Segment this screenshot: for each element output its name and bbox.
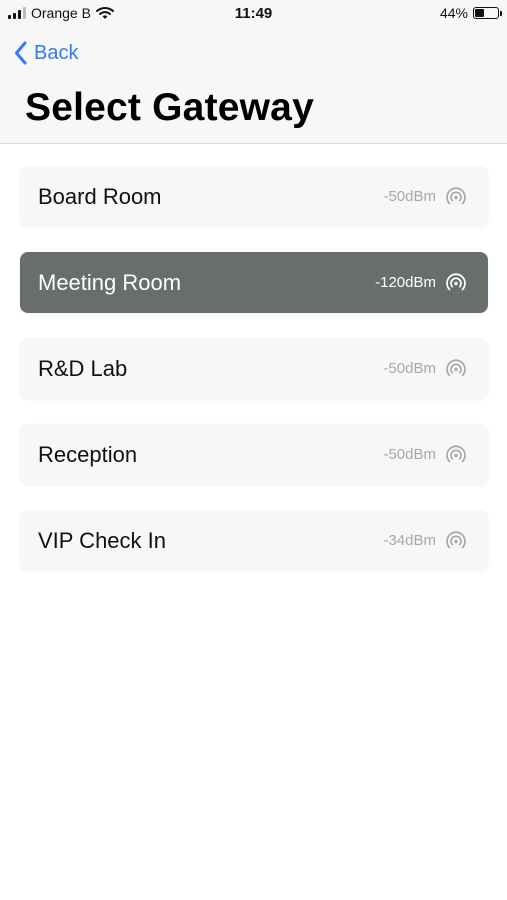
gateway-row[interactable]: R&D Lab -50dBm — [20, 338, 488, 399]
battery-percent: 44% — [439, 5, 468, 21]
status-left: Orange B — [8, 5, 114, 21]
gateway-signal-strength: -50dBm — [383, 446, 436, 463]
gateway-signal-strength: -34dBm — [383, 532, 436, 549]
status-bar: Orange B 11:49 44% — [0, 0, 507, 28]
gateway-row[interactable]: Reception -50dBm — [20, 424, 488, 485]
gateway-row[interactable]: VIP Check In -34dBm — [20, 510, 488, 571]
gateway-name: Meeting Room — [38, 270, 182, 295]
gateway-name: VIP Check In — [38, 528, 166, 553]
carrier-label: Orange B — [31, 5, 91, 21]
gateway-name: Board Room — [38, 184, 162, 209]
navigation-header: Back Select Gateway — [0, 28, 507, 144]
gateway-row[interactable]: Meeting Room -120dBm — [20, 252, 488, 313]
gateway-signal-strength: -50dBm — [383, 360, 436, 377]
broadcast-signal-icon — [444, 185, 468, 209]
broadcast-signal-icon — [444, 443, 468, 467]
gateway-list: Board Room -50dBm Meeting Room -120dBm R&D L… — [20, 166, 488, 596]
back-button[interactable]: Back — [14, 38, 78, 68]
broadcast-signal-icon — [444, 357, 468, 381]
broadcast-signal-icon — [444, 271, 468, 295]
back-label: Back — [34, 41, 79, 64]
wifi-icon — [95, 7, 114, 19]
page-title: Select Gateway — [25, 86, 314, 129]
broadcast-signal-icon — [444, 529, 468, 553]
cellular-signal-icon — [8, 7, 26, 19]
gateway-name: R&D Lab — [38, 356, 128, 381]
battery-icon — [473, 7, 502, 19]
status-right: 44% — [439, 5, 502, 21]
chevron-left-icon — [15, 41, 27, 65]
battery-level — [475, 9, 484, 17]
gateway-row[interactable]: Board Room -50dBm — [20, 166, 488, 227]
gateway-signal-strength: -50dBm — [383, 188, 436, 205]
gateway-name: Reception — [38, 442, 138, 467]
gateway-signal-strength: -120dBm — [375, 274, 436, 291]
